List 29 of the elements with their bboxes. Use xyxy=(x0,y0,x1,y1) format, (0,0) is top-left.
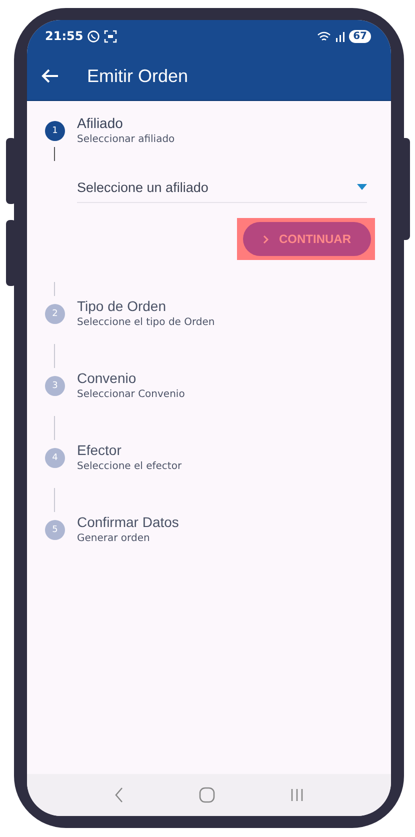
step-number: 3 xyxy=(45,376,65,396)
chat-icon xyxy=(87,30,100,42)
select-field[interactable]: Seleccione un afiliado xyxy=(77,172,367,203)
step-title: Tipo de Orden xyxy=(77,298,167,314)
step-subtitle: Seleccione el efector xyxy=(77,461,182,472)
screen-title: Emitir Orden xyxy=(87,66,188,86)
step-title: Afiliado xyxy=(77,115,124,131)
wifi-icon xyxy=(317,30,332,42)
back-nav-icon[interactable] xyxy=(114,787,124,803)
step-subtitle: Seleccione el tipo de Orden xyxy=(77,317,215,328)
step-number: 1 xyxy=(45,121,65,141)
screenshot-icon xyxy=(104,30,118,42)
step-title: Efector xyxy=(77,442,122,458)
battery-level: 67 xyxy=(349,30,371,42)
step-number: 2 xyxy=(45,304,65,324)
dropdown-caret-icon xyxy=(357,184,367,190)
recents-nav-icon[interactable] xyxy=(290,788,304,802)
step-number: 5 xyxy=(45,520,65,540)
step-number: 4 xyxy=(45,448,65,468)
step-title: Confirmar Datos xyxy=(77,514,179,530)
signal-icon xyxy=(335,30,346,42)
home-nav-icon[interactable] xyxy=(198,787,215,803)
step-subtitle: Generar orden xyxy=(77,533,151,544)
back-arrow-icon[interactable] xyxy=(41,68,59,84)
step-title: Convenio xyxy=(77,370,138,386)
step-subtitle: Seleccionar afiliado xyxy=(77,134,175,145)
status-time: 21:55 xyxy=(45,29,84,43)
step-subtitle: Seleccionar Convenio xyxy=(77,389,185,400)
chevron-right-icon xyxy=(263,234,269,244)
